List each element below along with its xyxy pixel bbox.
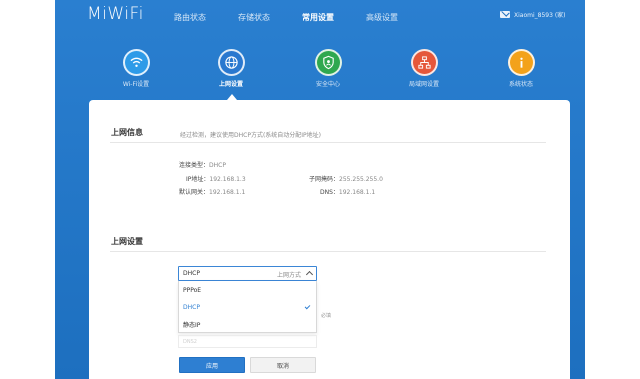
mail-icon[interactable] <box>500 11 510 18</box>
gateway-label: 默认网关： <box>179 189 210 196</box>
section-wifi-label: Wi-Fi设置 <box>122 81 150 88</box>
wifi-icon <box>122 49 150 76</box>
subnet-mask-value: 255.255.255.0 <box>339 176 383 183</box>
connection-mode-dropdown: PPPoE DHCP 静态IP <box>178 281 317 333</box>
required-hint: 必填 <box>321 313 332 319</box>
gateway-value: 192.168.1.1 <box>209 189 246 196</box>
section-icons: Wi-Fi设置 上网设置 安全中心 局域网设置 系统状态 <box>0 49 640 89</box>
ip-label: IP地址： <box>186 176 210 183</box>
divider <box>110 142 546 143</box>
divider <box>110 251 546 252</box>
nav-common-settings[interactable]: 常用设置 <box>302 12 334 23</box>
nav-router-status[interactable]: 路由状态 <box>174 12 206 23</box>
cancel-button[interactable]: 取消 <box>250 357 316 373</box>
ip-address: IP地址：192.168.1.3 <box>186 174 246 183</box>
subnet-mask-label: 子网掩码： <box>309 176 340 183</box>
internet-settings-title: 上网设置 <box>111 237 143 246</box>
info-icon <box>507 49 535 76</box>
option-dhcp[interactable]: DHCP <box>183 304 200 311</box>
detection-hint: 经过检测，建议使用DHCP方式(系统自动分配IP地址) <box>180 132 322 139</box>
globe-icon <box>217 49 245 76</box>
section-lan-label: 局域网设置 <box>408 81 439 88</box>
internet-info-title: 上网信息 <box>111 128 143 137</box>
section-lan-settings[interactable]: 局域网设置 <box>394 49 454 88</box>
select-value: DHCP <box>183 270 200 277</box>
section-wifi-settings[interactable]: Wi-Fi设置 <box>106 49 166 88</box>
default-gateway: 默认网关：192.168.1.1 <box>179 187 245 196</box>
nav-advanced-settings[interactable]: 高级设置 <box>366 12 398 23</box>
dns: DNS：192.168.1.1 <box>320 187 375 196</box>
subnet-mask: 子网掩码：255.255.255.0 <box>309 174 383 183</box>
apply-button[interactable]: 应用 <box>179 357 245 373</box>
select-tag: 上网方式 <box>276 272 301 279</box>
section-internet-settings[interactable]: 上网设置 <box>201 49 261 88</box>
router-name[interactable]: Xiaomi_8593 (家) <box>514 10 566 19</box>
nav-storage-status[interactable]: 存储状态 <box>238 12 270 23</box>
dns2-field[interactable]: DNS2 <box>178 335 317 348</box>
section-system-status[interactable]: 系统状态 <box>491 49 551 88</box>
connection-type-label: 连接类型： <box>179 162 210 169</box>
chevron-up-icon <box>305 270 314 279</box>
connection-type-value: DHCP <box>209 162 226 169</box>
option-static-ip[interactable]: 静态IP <box>183 320 200 329</box>
connection-mode-select[interactable]: DHCP 上网方式 <box>178 266 317 281</box>
section-security-center[interactable]: 安全中心 <box>298 49 358 88</box>
connection-type: 连接类型：DHCP <box>179 160 226 169</box>
dns-label: DNS： <box>320 189 339 196</box>
option-pppoe[interactable]: PPPoE <box>183 287 201 294</box>
section-system-label: 系统状态 <box>508 81 533 88</box>
network-icon <box>410 49 438 76</box>
shield-icon <box>314 49 342 76</box>
user-menu[interactable]: Xiaomi_8593 (家) <box>500 10 566 19</box>
checkmark-icon <box>304 303 311 310</box>
dns-value: 192.168.1.1 <box>338 189 376 196</box>
section-security-label: 安全中心 <box>315 81 340 88</box>
section-internet-label: 上网设置 <box>218 81 243 88</box>
dns2-placeholder: DNS2 <box>183 339 197 345</box>
ip-value: 192.168.1.3 <box>209 176 246 183</box>
